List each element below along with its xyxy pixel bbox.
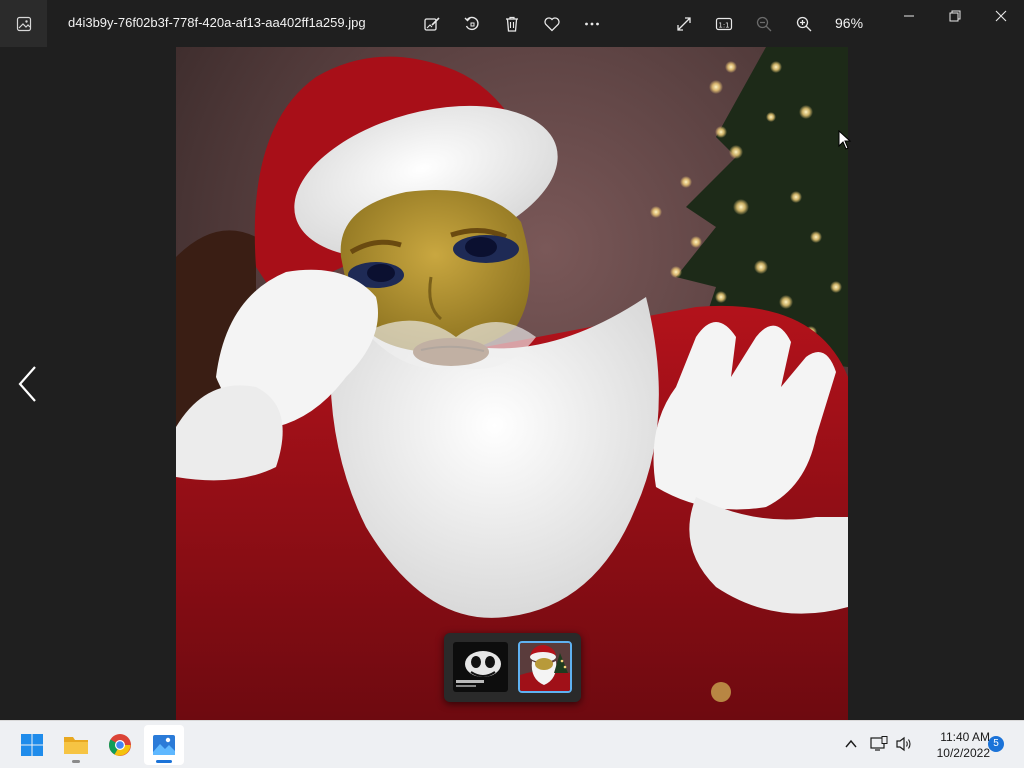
thumbnail-skull-meme[interactable] (453, 642, 508, 692)
restore-icon[interactable] (932, 0, 978, 32)
active-indicator (156, 760, 172, 763)
taskbar: 11:40 AM 10/2/2022 (0, 720, 1024, 768)
svg-text:1:1: 1:1 (718, 21, 729, 29)
notification-badge[interactable]: 5 (988, 736, 1004, 752)
clock[interactable]: 11:40 AM 10/2/2022 (916, 729, 990, 761)
edit-image-icon[interactable] (419, 11, 445, 37)
chrome-icon[interactable] (100, 725, 140, 765)
zoom-in-icon[interactable] (791, 11, 817, 37)
image-viewer[interactable] (0, 47, 1024, 720)
minimize-icon[interactable] (886, 0, 932, 32)
close-icon[interactable] (978, 0, 1024, 32)
mouse-cursor (838, 129, 852, 155)
thumbnail-santa-selected[interactable] (518, 641, 572, 693)
photos-app-taskbar-icon[interactable] (144, 725, 184, 765)
clock-time: 11:40 AM (940, 730, 990, 744)
windows-start-icon[interactable] (12, 725, 52, 765)
filmstrip (444, 633, 581, 702)
actual-size-icon[interactable]: 1:1 (711, 11, 737, 37)
network-icon[interactable] (868, 733, 890, 755)
volume-icon[interactable] (893, 733, 915, 755)
photos-app-icon (0, 0, 47, 47)
more-icon[interactable] (579, 11, 605, 37)
santa-photo[interactable] (176, 47, 848, 720)
title-bar: d4i3b9y-76f02b3f-778f-420a-af13-aa402ff1… (0, 0, 1024, 47)
zoom-level[interactable]: 96% (835, 15, 863, 31)
rotate-icon[interactable] (459, 11, 485, 37)
file-explorer-icon[interactable] (56, 725, 96, 765)
file-name: d4i3b9y-76f02b3f-778f-420a-af13-aa402ff1… (68, 15, 366, 30)
delete-icon[interactable] (499, 11, 525, 37)
previous-image-chevron-left-icon[interactable] (10, 359, 44, 409)
zoom-out-icon[interactable] (751, 11, 777, 37)
running-indicator (72, 760, 80, 763)
favorite-icon[interactable] (539, 11, 565, 37)
chevron-up-icon[interactable] (840, 733, 862, 755)
fullscreen-icon[interactable] (671, 11, 697, 37)
clock-date: 10/2/2022 (936, 746, 990, 760)
